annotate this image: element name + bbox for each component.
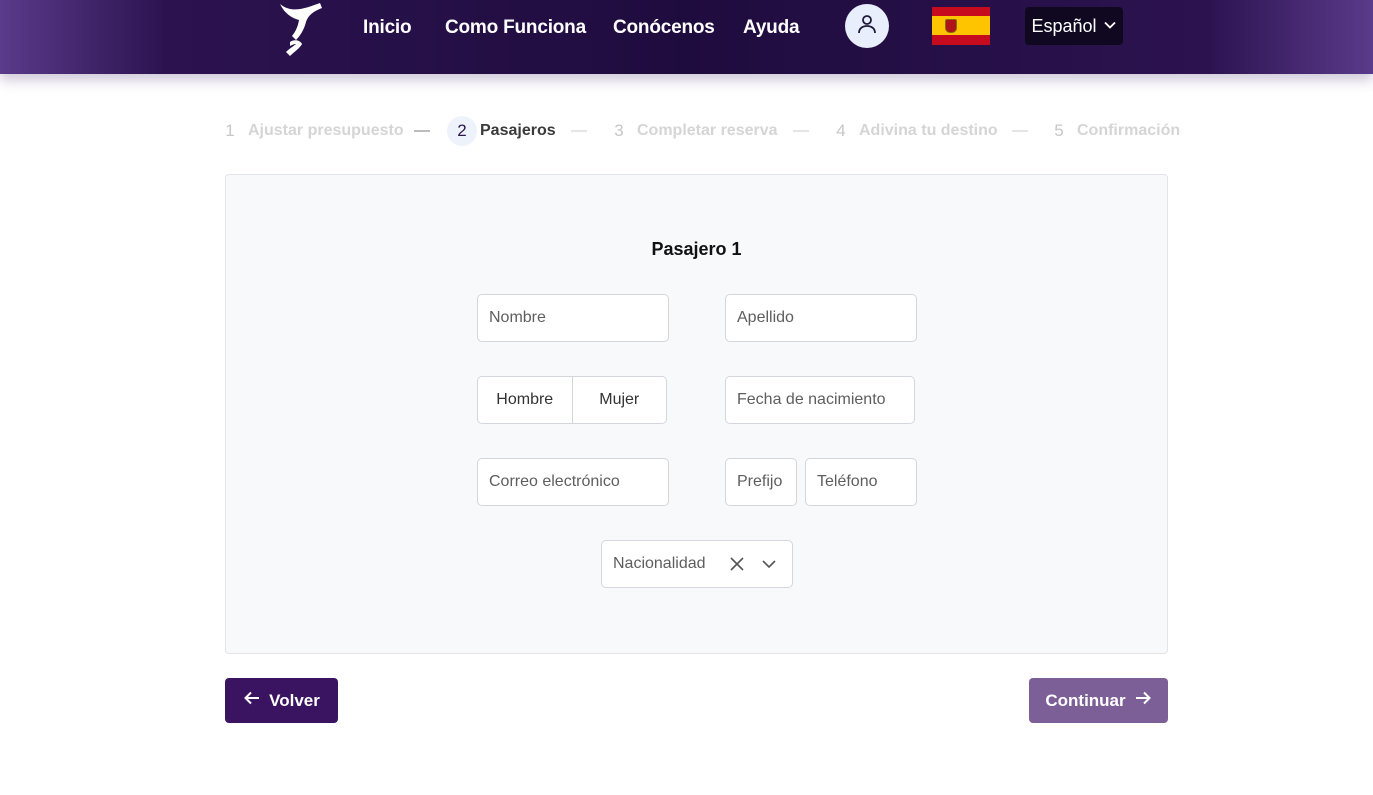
step-divider [571,130,587,132]
clear-icon[interactable] [728,555,746,573]
telefono-input[interactable]: Teléfono [805,458,917,506]
step-number: 2 [447,116,477,146]
step-divider [414,130,430,132]
apellido-input[interactable]: Apellido [725,294,917,342]
correo-input[interactable]: Correo electrónico [477,458,669,506]
step-divider [1012,130,1028,132]
step-label: Adivina tu destino [859,122,998,139]
nav-inicio[interactable]: Inicio [363,15,412,41]
step-pasajeros[interactable]: 2 Pasajeros [447,116,556,146]
continue-button[interactable]: Continuar [1029,678,1168,723]
step-label: Confirmación [1077,122,1181,139]
nav-como-funciona[interactable]: Como Funciona [445,15,586,41]
step-adivina-tu-destino[interactable]: 4 Adivina tu destino [826,117,998,145]
back-label: Volver [269,690,320,710]
brand-logo[interactable] [270,0,330,60]
spain-flag-icon[interactable] [932,7,990,45]
gender-option-mujer[interactable]: Mujer [571,377,667,423]
language-selector[interactable]: Español [1025,7,1123,45]
nacionalidad-select[interactable]: Nacionalidad [601,540,793,588]
gender-selector: Hombre Mujer [477,376,667,424]
nav-ayuda[interactable]: Ayuda [743,15,800,41]
step-number: 3 [614,121,624,140]
step-confirmacion[interactable]: 5 Confirmación [1044,117,1180,145]
continue-label: Continuar [1045,690,1126,710]
nav-conocenos[interactable]: Conócenos [613,15,715,41]
step-number: 1 [225,121,235,140]
nombre-input[interactable]: Nombre [477,294,669,342]
nacionalidad-placeholder: Nacionalidad [613,555,706,572]
step-number: 4 [836,121,846,140]
back-button[interactable]: Volver [225,678,338,723]
passenger-title: Pasajero 1 [651,239,742,259]
chevron-down-icon [1103,16,1117,37]
step-number: 5 [1054,121,1064,140]
language-label: Español [1031,15,1097,36]
user-icon [855,12,879,41]
fecha-nacimiento-input[interactable]: Fecha de nacimiento [725,376,915,424]
user-account-button[interactable] [845,4,889,48]
top-navbar: Inicio Como Funciona Conócenos Ayuda Esp… [0,0,1373,74]
step-label: Ajustar presupuesto [248,122,404,139]
step-divider [793,130,809,132]
arrow-right-icon [1134,689,1152,712]
gender-option-hombre[interactable]: Hombre [478,377,572,423]
prefijo-input[interactable]: Prefijo [725,458,797,506]
chevron-down-icon[interactable] [760,555,778,573]
arrow-left-icon [243,689,261,712]
step-completar-reserva[interactable]: 3 Completar reserva [604,117,778,145]
step-label: Pasajeros [480,122,556,139]
step-ajustar-presupuesto[interactable]: 1 Ajustar presupuesto [215,117,404,145]
step-label: Completar reserva [637,122,778,139]
